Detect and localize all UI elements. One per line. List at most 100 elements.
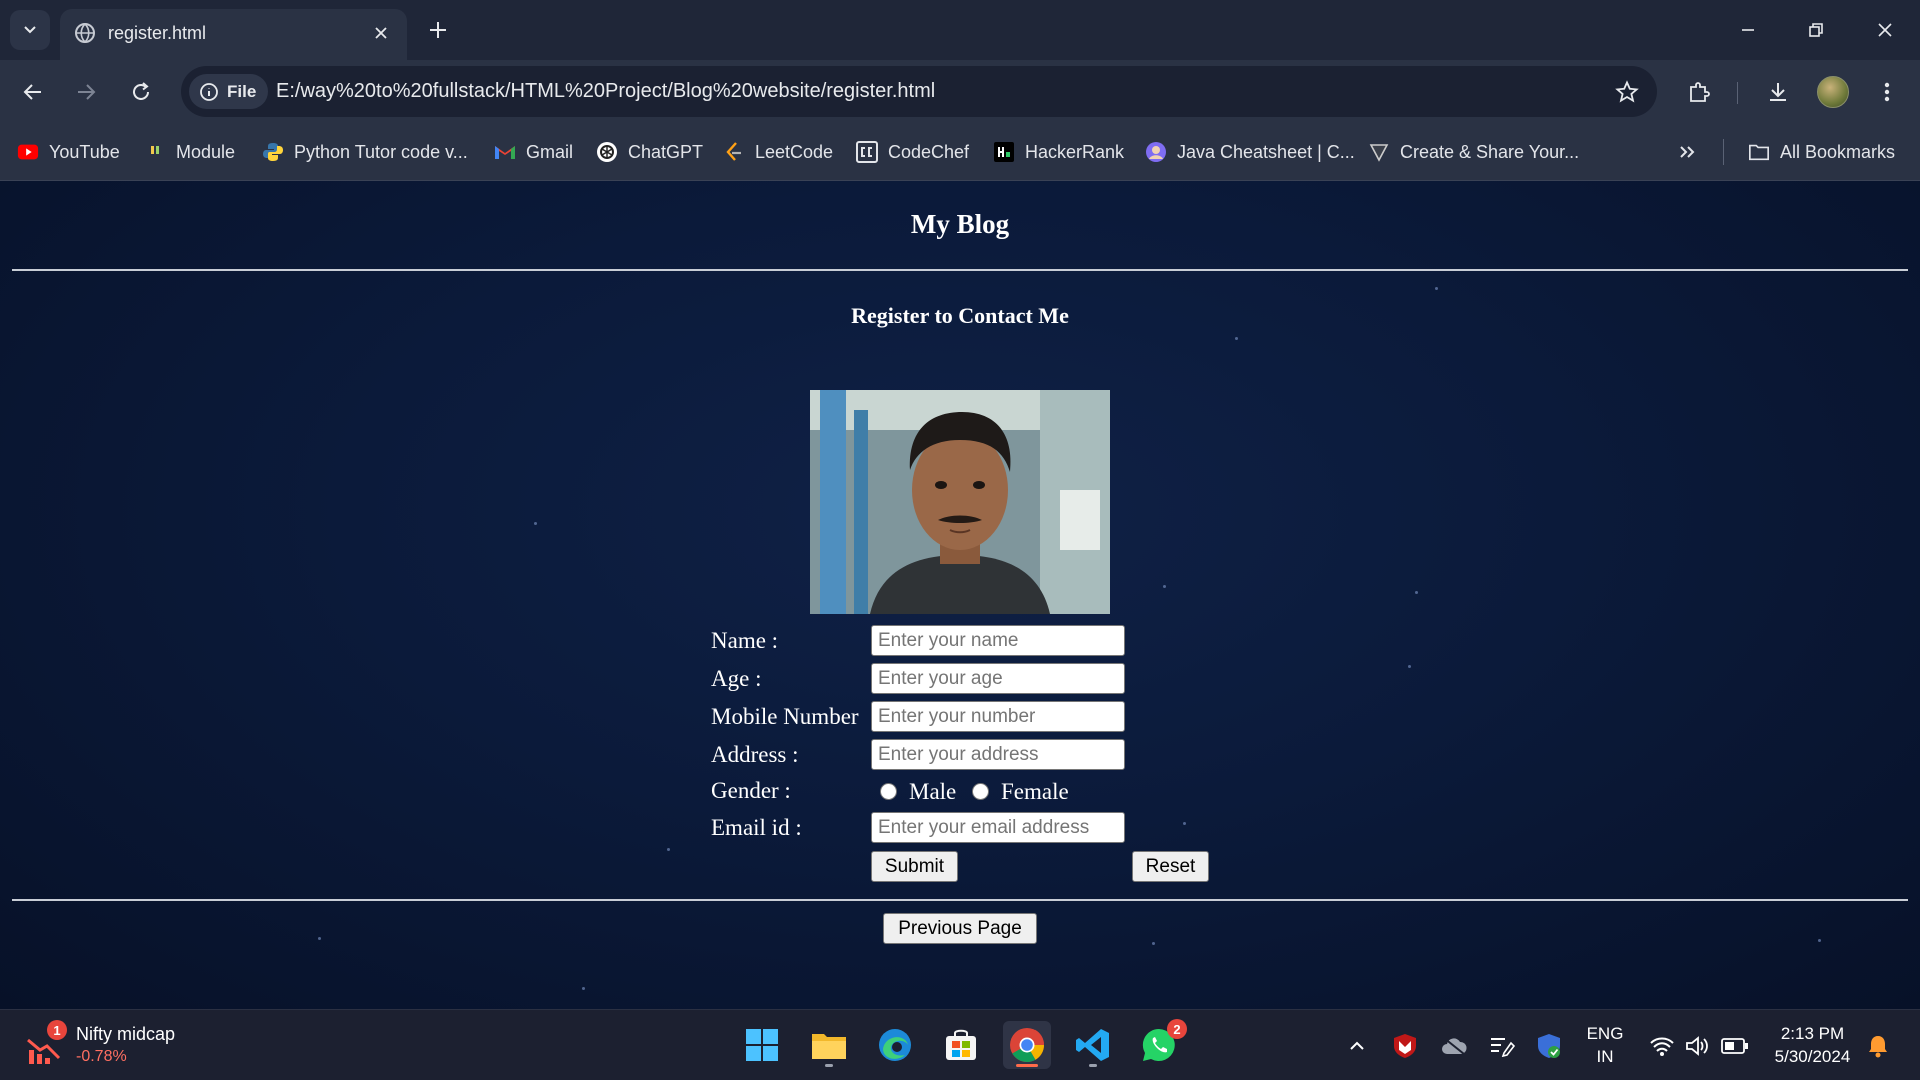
bookmarks-overflow-button[interactable] <box>1676 136 1698 168</box>
background-star <box>534 522 537 525</box>
extensions-button[interactable] <box>1681 74 1717 110</box>
tab-register[interactable]: register.html <box>60 9 407 60</box>
mobile-input[interactable] <box>871 701 1125 732</box>
java-cheatsheet-icon <box>1145 141 1167 163</box>
taskbar-file-explorer[interactable] <box>805 1021 853 1069</box>
name-input[interactable] <box>871 625 1125 656</box>
back-button[interactable] <box>15 74 51 110</box>
bookmark-label: Create & Share Your... <box>1400 141 1580 162</box>
clock[interactable]: 2:13 PM 5/30/2024 <box>1765 1022 1860 1068</box>
star-icon <box>1615 80 1639 103</box>
bookmark-leetcode[interactable]: LeetCode <box>723 136 833 168</box>
running-indicator <box>1089 1064 1097 1067</box>
battery-tray[interactable] <box>1721 1032 1749 1060</box>
restore-button[interactable] <box>1796 10 1836 50</box>
vscode-icon <box>1076 1029 1109 1061</box>
gender-female-radio[interactable] <box>972 783 989 800</box>
download-icon <box>1770 83 1786 101</box>
wifi-tray[interactable] <box>1648 1032 1676 1060</box>
bookmark-label: YouTube <box>49 141 120 162</box>
mcafee-tray[interactable] <box>1391 1032 1419 1060</box>
bookmark-gmail[interactable]: Gmail <box>494 136 573 168</box>
bookmarks-separator <box>1723 139 1724 165</box>
info-icon <box>200 82 218 101</box>
background-star <box>1183 822 1186 825</box>
top-divider <box>12 269 1908 271</box>
reload-button[interactable] <box>123 74 159 110</box>
bookmark-label: CodeChef <box>888 141 970 162</box>
profile-avatar[interactable] <box>1817 76 1849 108</box>
minimize-icon <box>1742 29 1754 31</box>
previous-page-button[interactable]: Previous Page <box>883 913 1037 944</box>
bookmark-label: Gmail <box>526 141 574 162</box>
tab-close-button[interactable] <box>367 19 395 47</box>
bookmark-star-button[interactable] <box>1611 76 1643 108</box>
tab-search-button[interactable] <box>10 10 50 50</box>
language-indicator[interactable]: ENG IN <box>1584 1022 1626 1068</box>
reset-button[interactable]: Reset <box>1132 851 1209 882</box>
bookmark-label: LeetCode <box>755 141 834 162</box>
background-star <box>667 848 670 851</box>
stock-widget[interactable]: 1 Nifty midcap -0.78% <box>25 1020 195 1072</box>
downloads-button[interactable] <box>1760 74 1796 110</box>
browser-toolbar: File E:/way%20to%20fullstack/HTML%20Proj… <box>0 60 1920 123</box>
onedrive-tray[interactable] <box>1440 1032 1468 1060</box>
all-bookmarks-button[interactable]: All Bookmarks <box>1748 136 1895 168</box>
address-input[interactable] <box>871 739 1125 770</box>
store-icon <box>946 1029 976 1060</box>
submit-button[interactable]: Submit <box>871 851 958 882</box>
bookmark-codechef[interactable]: CodeChef <box>856 136 969 168</box>
taskbar-whatsapp[interactable]: 2 <box>1135 1019 1187 1069</box>
bookmark-java-cheatsheet[interactable]: Java Cheatsheet | C... <box>1145 136 1355 168</box>
chevron-down-icon <box>24 26 36 34</box>
gender-male-radio[interactable] <box>880 783 897 800</box>
windows-taskbar: 1 Nifty midcap -0.78% 2 ENG IN 2:13 PM 5… <box>0 1009 1920 1080</box>
age-input[interactable] <box>871 663 1125 694</box>
minimize-button[interactable] <box>1728 10 1768 50</box>
email-input[interactable] <box>871 812 1125 843</box>
taskbar-vscode[interactable] <box>1069 1021 1117 1069</box>
register-heading: Register to Contact Me <box>851 303 1069 328</box>
region-code: IN <box>1596 1047 1614 1066</box>
pen-menu-tray[interactable] <box>1488 1032 1516 1060</box>
site-info-chip[interactable]: File <box>189 74 269 109</box>
language-code: ENG <box>1586 1024 1624 1043</box>
gender-female-label: Female <box>1001 779 1069 804</box>
name-label: Name : <box>711 628 779 653</box>
reload-icon <box>133 82 149 100</box>
bookmark-module[interactable]: Module <box>144 136 235 168</box>
url-text[interactable]: E:/way%20to%20fullstack/HTML%20Project/B… <box>276 80 935 103</box>
create-share-icon <box>1368 141 1390 163</box>
notifications-button[interactable] <box>1864 1032 1892 1060</box>
show-hidden-icons-button[interactable] <box>1343 1032 1371 1060</box>
bookmark-label: Python Tutor code v... <box>294 141 468 162</box>
cloud-offline-icon <box>1442 1037 1467 1055</box>
module-icon <box>144 141 166 163</box>
windows-logo-icon <box>746 1029 778 1061</box>
bookmark-label: HackerRank <box>1025 141 1125 162</box>
background-star <box>1163 585 1166 588</box>
close-window-button[interactable] <box>1865 10 1905 50</box>
bookmark-hackerrank[interactable]: HackerRank <box>993 136 1124 168</box>
bottom-divider <box>12 899 1908 901</box>
bookmark-python-tutor[interactable]: Python Tutor code v... <box>262 136 468 168</box>
taskbar-edge[interactable] <box>871 1021 919 1069</box>
volume-tray[interactable] <box>1684 1032 1712 1060</box>
double-chevron-right-icon <box>1676 141 1698 163</box>
all-bookmarks-label: All Bookmarks <box>1780 141 1896 162</box>
bookmark-create-share[interactable]: Create & Share Your... <box>1368 136 1579 168</box>
bookmark-youtube[interactable]: YouTube <box>17 136 120 168</box>
active-indicator <box>1016 1064 1038 1067</box>
address-bar[interactable]: File E:/way%20to%20fullstack/HTML%20Proj… <box>181 66 1657 117</box>
bookmark-chatgpt[interactable]: ChatGPT <box>596 136 703 168</box>
taskbar-store[interactable] <box>937 1021 985 1069</box>
gender-male-label: Male <box>909 779 957 804</box>
browser-menu-button[interactable] <box>1869 74 1905 110</box>
bookmark-label: ChatGPT <box>628 141 704 162</box>
taskbar-chrome[interactable] <box>1003 1021 1051 1069</box>
start-button[interactable] <box>738 1021 786 1069</box>
forward-button[interactable] <box>68 74 104 110</box>
security-tray[interactable] <box>1535 1032 1563 1060</box>
background-star <box>1152 942 1155 945</box>
new-tab-button[interactable] <box>422 14 454 46</box>
